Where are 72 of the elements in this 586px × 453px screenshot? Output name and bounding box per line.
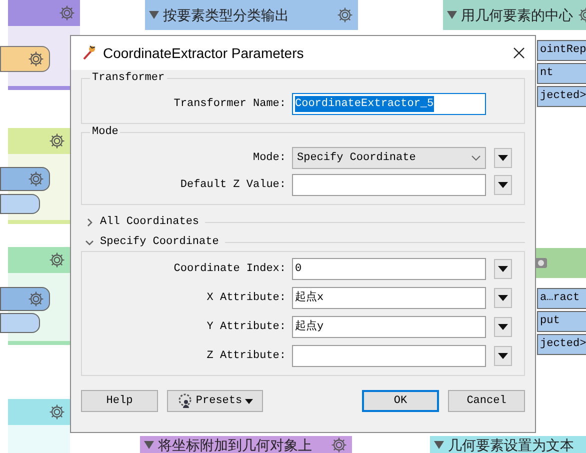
menu-button[interactable] — [494, 346, 512, 366]
ok-button[interactable]: OK — [362, 390, 439, 412]
gear-icon[interactable] — [48, 251, 66, 269]
dropdown-arrow-icon — [498, 353, 508, 359]
input-field[interactable] — [292, 174, 486, 196]
section-toggle[interactable]: Specify Coordinate — [81, 233, 525, 251]
gear-icon[interactable] — [27, 290, 45, 308]
field-label: Default Z Value: — [179, 178, 287, 193]
collapse-triangle-icon[interactable] — [434, 440, 444, 448]
bookmark-title: 用几何要素的中心 — [461, 7, 573, 23]
mode-dropdown[interactable]: Specify Coordinate — [292, 147, 486, 169]
bookmark-title: 几何要素设置为文本 — [448, 436, 574, 452]
transformer-node[interactable] — [0, 167, 50, 191]
menu-button[interactable] — [494, 259, 512, 279]
gear-icon[interactable] — [27, 170, 45, 188]
gear-icon[interactable] — [336, 6, 354, 24]
chevron-down-icon — [85, 238, 94, 246]
gear-person-icon — [176, 393, 193, 409]
dropdown-arrow-icon — [498, 266, 508, 272]
bookmark-header[interactable]: 将坐标附加到几何对象上 — [140, 436, 352, 453]
field-label: Y Attribute: — [206, 320, 287, 335]
field-label: X Attribute: — [206, 290, 287, 306]
input-field[interactable]: 起点x — [292, 287, 486, 309]
gear-icon[interactable] — [48, 132, 66, 150]
menu-button[interactable] — [494, 148, 512, 168]
help-button[interactable]: Help — [81, 390, 158, 412]
chevron-right-icon — [85, 218, 94, 226]
caret-icon — [245, 398, 254, 404]
cancel-button[interactable]: Cancel — [448, 390, 525, 412]
bookmark-title: 将坐标附加到几何对象上 — [158, 436, 312, 452]
gear-icon[interactable] — [330, 436, 348, 453]
menu-button[interactable] — [494, 317, 512, 337]
section-toggle[interactable]: All Coordinates — [81, 213, 525, 231]
field-label: Z Attribute: — [206, 348, 287, 364]
bookmark-header[interactable]: 几何要素设置为文本 — [430, 436, 586, 453]
dropdown-arrow-icon — [498, 324, 508, 330]
dropdown-arrow-icon — [498, 155, 508, 161]
presets-button[interactable]: Presets — [167, 390, 263, 412]
input-field[interactable]: 0 — [292, 258, 486, 280]
transformer-node[interactable] — [0, 313, 40, 333]
port-label[interactable]: ointRep — [537, 40, 586, 61]
menu-button[interactable] — [494, 175, 512, 195]
camera-icon[interactable] — [534, 256, 548, 270]
menu-button[interactable] — [494, 288, 512, 308]
transformer-node[interactable] — [0, 287, 50, 311]
port-label[interactable]: jected> — [537, 86, 586, 107]
input-field[interactable] — [292, 345, 486, 367]
bookmark-title: 按要素类型分类输出 — [163, 7, 289, 23]
window-title: CoordinateExtractor Parameters — [103, 44, 304, 62]
field-label: Mode: — [252, 150, 287, 166]
input-field[interactable]: CoordinateExtractor_5 — [292, 93, 486, 115]
collapse-triangle-icon[interactable] — [149, 11, 159, 19]
port-label[interactable]: a…ract — [537, 288, 586, 309]
transformer-node[interactable] — [0, 46, 50, 72]
transformer-node[interactable] — [0, 194, 40, 214]
port-label[interactable]: put — [537, 311, 586, 332]
port-label[interactable]: nt — [537, 63, 586, 84]
collapse-triangle-icon[interactable] — [144, 440, 154, 448]
wizard-icon — [81, 45, 97, 61]
dropdown-arrow-icon — [498, 182, 508, 188]
chevron-down-icon — [471, 155, 481, 161]
bookmark-header[interactable]: 用几何要素的中心 — [443, 0, 586, 30]
port-label[interactable]: jected> — [537, 334, 586, 355]
field-label: Coordinate Index: — [172, 262, 287, 277]
bookmark-header[interactable]: 按要素类型分类输出 — [145, 0, 358, 30]
dropdown-arrow-icon — [498, 295, 508, 301]
collapse-triangle-icon[interactable] — [447, 11, 457, 19]
input-field[interactable]: 起点y — [292, 316, 486, 338]
field-label: Transformer Name: — [172, 96, 287, 112]
gear-icon[interactable] — [27, 50, 45, 68]
close-icon[interactable] — [513, 47, 525, 59]
gear-icon[interactable] — [48, 403, 66, 421]
